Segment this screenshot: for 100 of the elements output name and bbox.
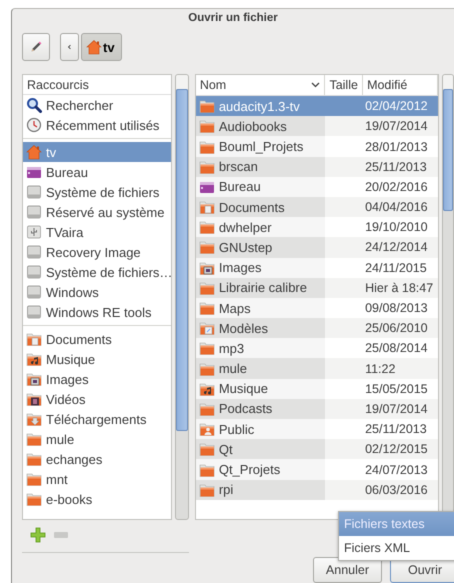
path-button[interactable]: tv [81,33,122,62]
folder-icon [198,158,215,175]
sidebar-item[interactable]: Vidéos [23,389,171,410]
date-cell-text: 20/02/2016 [364,178,429,196]
folder-icon [26,451,42,468]
sidebar-item[interactable]: Bureau [23,162,171,182]
music-folder-icon [26,351,42,368]
file-row[interactable]: Bouml_Projets 28/01/2013 [196,136,438,157]
name-cell: dwhelper [196,217,326,238]
sidebar-item[interactable]: Rechercher [23,95,171,116]
name-cell: Musique [196,378,326,399]
column-header[interactable]: Nom [196,75,326,96]
sidebar-item[interactable]: TVaira [23,222,171,242]
file-row[interactable]: Public 25/11/2013 [196,419,438,440]
column-header[interactable]: Taille [325,75,364,96]
person-folder-icon [198,421,215,438]
file-row[interactable]: dwhelper 19/10/2010 [196,217,438,238]
file-row[interactable]: Librairie calibre Hier à 18:47 [196,278,438,298]
sidebar-item[interactable]: Windows [23,282,171,302]
cancel-button[interactable]: Annuler [312,557,382,583]
file-row[interactable]: Qt 02/12/2015 [196,439,438,460]
name-cell: Podcasts [196,398,326,420]
sidebar-item[interactable]: mnt [23,469,171,490]
folder-icon [198,118,215,134]
date-cell-text: 19/10/2010 [364,219,429,236]
date-cell-text: 25/06/2010 [364,320,429,338]
date-cell-text: 28/01/2013 [364,138,429,156]
drive-icon [26,284,42,300]
add-icon[interactable] [30,527,46,544]
menu-item[interactable]: Ficiers XML [339,536,454,560]
drive-icon [26,184,42,200]
scrollbar[interactable] [174,74,189,520]
file-row[interactable]: Images 24/11/2015 [196,258,438,278]
name-cell: Public [196,419,326,440]
sidebar-item[interactable]: Documents [23,329,171,350]
usb-drive-icon [26,224,42,240]
edit-location-button[interactable] [22,33,50,62]
file-row[interactable]: Maps 09/08/2013 [196,298,438,318]
sidebar-header: Raccourcis [23,75,171,96]
name-cell: Librairie calibre [196,278,326,298]
sidebar-item[interactable]: mule [23,429,171,450]
drive-icon [26,264,42,280]
file-row[interactable]: Audiobooks 19/07/2014 [196,116,438,136]
file-row[interactable]: mule 11:22 [196,358,438,379]
sidebar-item[interactable]: Système de fichiers [23,182,171,202]
folder-icon [26,491,42,508]
sidebar-item[interactable]: echanges [23,449,171,470]
sidebar-item[interactable]: Images [23,369,171,390]
name-cell: Audiobooks [196,116,326,136]
sidebar-item[interactable]: Recovery Image [23,242,171,262]
clock-icon [26,117,42,134]
file-row[interactable]: rpi 06/03/2016 [196,480,438,500]
image-folder-icon [198,260,215,276]
date-cell-text: 24/07/2013 [364,462,429,479]
name-cell: rpi [196,480,326,500]
file-row[interactable]: Documents 04/04/2016 [196,196,438,218]
name-cell: brscan [196,156,326,177]
date-cell-text: 02/12/2015 [364,441,429,458]
film-folder-icon [26,391,42,408]
file-row[interactable]: Musique 15/05/2015 [196,378,438,399]
folder-icon [198,340,215,356]
window-title: Ouvrir un fichier [187,11,279,26]
document-folder-icon [26,331,42,348]
image-folder-icon [26,371,42,388]
sort-caret-icon [311,82,320,88]
template-folder-icon [198,320,215,336]
back-button[interactable] [60,33,79,62]
date-cell-text: Hier à 18:47 [364,280,434,297]
file-row[interactable]: GNUstep 24/12/2014 [196,237,438,258]
file-row[interactable]: Qt_Projets 24/07/2013 [196,459,438,480]
date-cell-text: 25/08/2014 [364,340,429,358]
sidebar-item[interactable]: Récemment utilisés [23,115,171,136]
folder-icon [198,138,215,155]
date-cell-text: 06/03/2016 [364,482,429,499]
column-header[interactable]: Modifié [363,75,438,96]
folder-icon [198,280,215,296]
name-cell: audacity1.3-tv [196,96,326,116]
sidebar-item[interactable]: Windows RE tools [23,302,171,322]
date-cell-text: 24/12/2014 [364,239,429,256]
sidebar-item[interactable]: Téléchargements [23,409,171,430]
name-cell: Maps [196,298,326,318]
name-cell: mp3 [196,338,326,358]
name-cell: Qt_Projets [196,459,326,480]
file-row[interactable]: brscan 25/11/2013 [196,156,438,177]
name-cell: Qt [196,439,326,460]
sidebar-item[interactable]: Système de fichiers… [23,262,171,282]
folder-icon [26,471,42,488]
folder-icon [198,400,215,417]
name-cell: Documents [196,196,326,218]
file-row[interactable]: Podcasts 19/07/2014 [196,398,438,420]
name-cell: GNUstep [196,237,326,258]
name-cell: Modèles [196,318,326,338]
file-row[interactable]: Bureau 20/02/2016 [196,176,438,197]
sidebar-item[interactable]: Réservé au système [23,202,171,222]
file-row[interactable]: mp3 25/08/2014 [196,338,438,358]
sidebar-item[interactable]: Musique [23,349,171,370]
file-row[interactable]: Modèles 25/06/2010 [196,318,438,338]
sidebar-item[interactable]: e-books [23,489,171,510]
date-cell-text: 24/11/2015 [364,260,428,277]
name-cell: Bureau [196,176,326,197]
